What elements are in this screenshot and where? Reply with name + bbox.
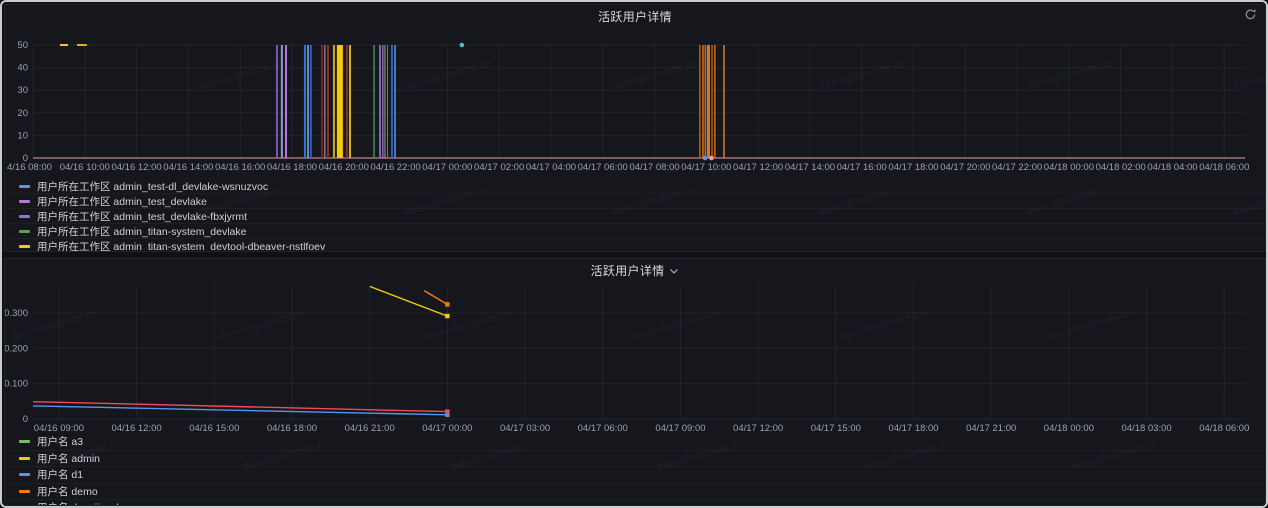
x-tick-label: 04/18 06:00 (1199, 162, 1249, 173)
data-point (709, 156, 714, 161)
legend-swatch (19, 473, 30, 476)
x-tick-label: 04/17 09:00 (655, 423, 705, 434)
legend-label: 用户名 admin (37, 451, 100, 466)
x-tick-label: 04/18 00:00 (1044, 162, 1094, 173)
legend-item[interactable]: 用户名 dengjianshen (5, 499, 1265, 506)
legend-item[interactable]: 用户所在工作区 admin_test-dl_devlake-wsnuzvoc (5, 179, 1265, 193)
x-tick-label: 04/17 21:00 (966, 423, 1016, 434)
y-tick-label: 0.300 (5, 308, 28, 319)
legend-label: 用户所在工作区 admin_test_devlake (37, 194, 207, 209)
legend-label: 用户所在工作区 admin_test_devlake-fbxjyrmt (37, 209, 247, 224)
x-tick-label: 04/16 14:00 (163, 162, 213, 173)
x-tick-label: 04/17 06:00 (578, 423, 628, 434)
y-tick-label: 50 (17, 40, 28, 51)
x-tick-label: 04/18 06:00 (1199, 423, 1249, 434)
x-tick-label: 4/16 08:00 (7, 162, 52, 173)
x-tick-label: 04/16 20:00 (319, 162, 369, 173)
series-line (370, 286, 448, 316)
legend-item[interactable]: 用户所在工作区 admin_test_devlake-fbxjyrmt (5, 208, 1265, 223)
x-tick-label: 04/16 21:00 (345, 423, 395, 434)
legend-swatch (19, 440, 30, 443)
legend-swatch (19, 215, 30, 218)
data-point (703, 156, 708, 161)
x-tick-label: 04/16 16:00 (215, 162, 265, 173)
x-tick-label: 04/16 10:00 (60, 162, 110, 173)
x-tick-label: 04/18 03:00 (1121, 423, 1171, 434)
legend-swatch (19, 200, 30, 203)
x-tick-label: 04/17 12:00 (733, 162, 783, 173)
x-tick-label: 04/18 04:00 (1147, 162, 1197, 173)
x-tick-label: 04/17 04:00 (526, 162, 576, 173)
x-tick-label: 04/17 00:00 (422, 423, 472, 434)
x-tick-label: 04/16 22:00 (370, 162, 420, 173)
legend-label: 用户所在工作区 admin_titan-system_devtool-dbeav… (37, 239, 325, 253)
legend-item[interactable]: 用户所在工作区 admin_test_devlake (5, 193, 1265, 208)
x-tick-label: 04/16 12:00 (111, 162, 161, 173)
y-tick-label: 40 (17, 63, 28, 74)
series-line (424, 291, 447, 305)
x-tick-label: 04/17 10:00 (681, 162, 731, 173)
data-point (460, 43, 465, 48)
panel2-legend: 用户名 a3 用户名 admin用户名 d1 用户名 demo用户名 dengjia… (5, 434, 1265, 506)
legend-swatch (19, 185, 30, 188)
legend-swatch (19, 245, 30, 248)
x-tick-label: 04/17 06:00 (578, 162, 628, 173)
x-tick-label: 04/17 22:00 (992, 162, 1042, 173)
y-tick-label: 0 (23, 153, 28, 164)
legend-item[interactable]: 用户名 demo (5, 483, 1265, 500)
x-tick-label: 04/17 00:00 (422, 162, 472, 173)
x-tick-label: 04/17 03:00 (500, 423, 550, 434)
x-tick-label: 04/17 18:00 (888, 423, 938, 434)
series-end-point (445, 314, 449, 318)
legend-label: 用户所在工作区 admin_titan-system_devlake (37, 224, 246, 239)
y-tick-label: 10 (17, 130, 28, 141)
panel-active-users-lines: 活跃用户详情 04/16 09:0004/16 12:0004/16 15:00… (4, 258, 1266, 506)
y-tick-label: 0.100 (5, 379, 28, 390)
y-tick-label: 20 (17, 108, 28, 119)
x-tick-label: 04/17 02:00 (474, 162, 524, 173)
y-tick-label: 0 (23, 414, 28, 425)
y-tick-label: 0.200 (5, 343, 28, 354)
x-tick-label: 04/17 08:00 (629, 162, 679, 173)
legend-item[interactable]: 用户所在工作区 admin_titan-system_devlake (5, 223, 1265, 238)
x-tick-label: 04/18 02:00 (1096, 162, 1146, 173)
x-tick-label: 04/16 18:00 (267, 423, 317, 434)
legend-swatch (19, 490, 30, 493)
series-end-point (445, 302, 449, 306)
legend-item[interactable]: 用户所在工作区 admin_titan-system_devtool-dbeav… (5, 238, 1265, 252)
legend-item[interactable]: 用户名 admin (5, 450, 1265, 467)
x-tick-label: 04/16 12:00 (111, 423, 161, 434)
legend-item[interactable]: 用户名 d1 (5, 466, 1265, 483)
legend-label: 用户名 a3 (37, 434, 83, 449)
x-tick-label: 04/16 15:00 (189, 423, 239, 434)
x-tick-label: 04/17 20:00 (940, 162, 990, 173)
x-tick-label: 04/16 09:00 (34, 423, 84, 434)
panel1-legend: 用户所在工作区 admin_test-dl_devlake-wsnuzvoc用户… (5, 179, 1265, 252)
x-tick-label: 04/17 16:00 (837, 162, 887, 173)
x-tick-label: 04/16 18:00 (267, 162, 317, 173)
legend-label: 用户所在工作区 admin_test-dl_devlake-wsnuzvoc (37, 179, 268, 194)
x-tick-label: 04/18 00:00 (1044, 423, 1094, 434)
refresh-icon[interactable] (1244, 8, 1257, 21)
x-tick-label: 04/17 18:00 (888, 162, 938, 173)
legend-label: 用户名 dengjianshen (37, 500, 134, 506)
legend-swatch (19, 457, 30, 460)
panel-active-users-spikes: 活跃用户详情 4/16 08:0004/16 10:0004/16 12:000… (4, 4, 1266, 252)
dashboard-frame: 活跃用户详情 4/16 08:0004/16 10:0004/16 12:000… (0, 0, 1268, 508)
legend-swatch (19, 230, 30, 233)
y-tick-label: 30 (17, 85, 28, 96)
legend-item[interactable]: 用户名 a3 (5, 434, 1265, 450)
x-tick-label: 04/17 12:00 (733, 423, 783, 434)
x-tick-label: 04/17 15:00 (811, 423, 861, 434)
legend-label: 用户名 demo (37, 484, 98, 499)
series-end-point (445, 409, 449, 413)
legend-label: 用户名 d1 (37, 467, 83, 482)
x-tick-label: 04/17 14:00 (785, 162, 835, 173)
